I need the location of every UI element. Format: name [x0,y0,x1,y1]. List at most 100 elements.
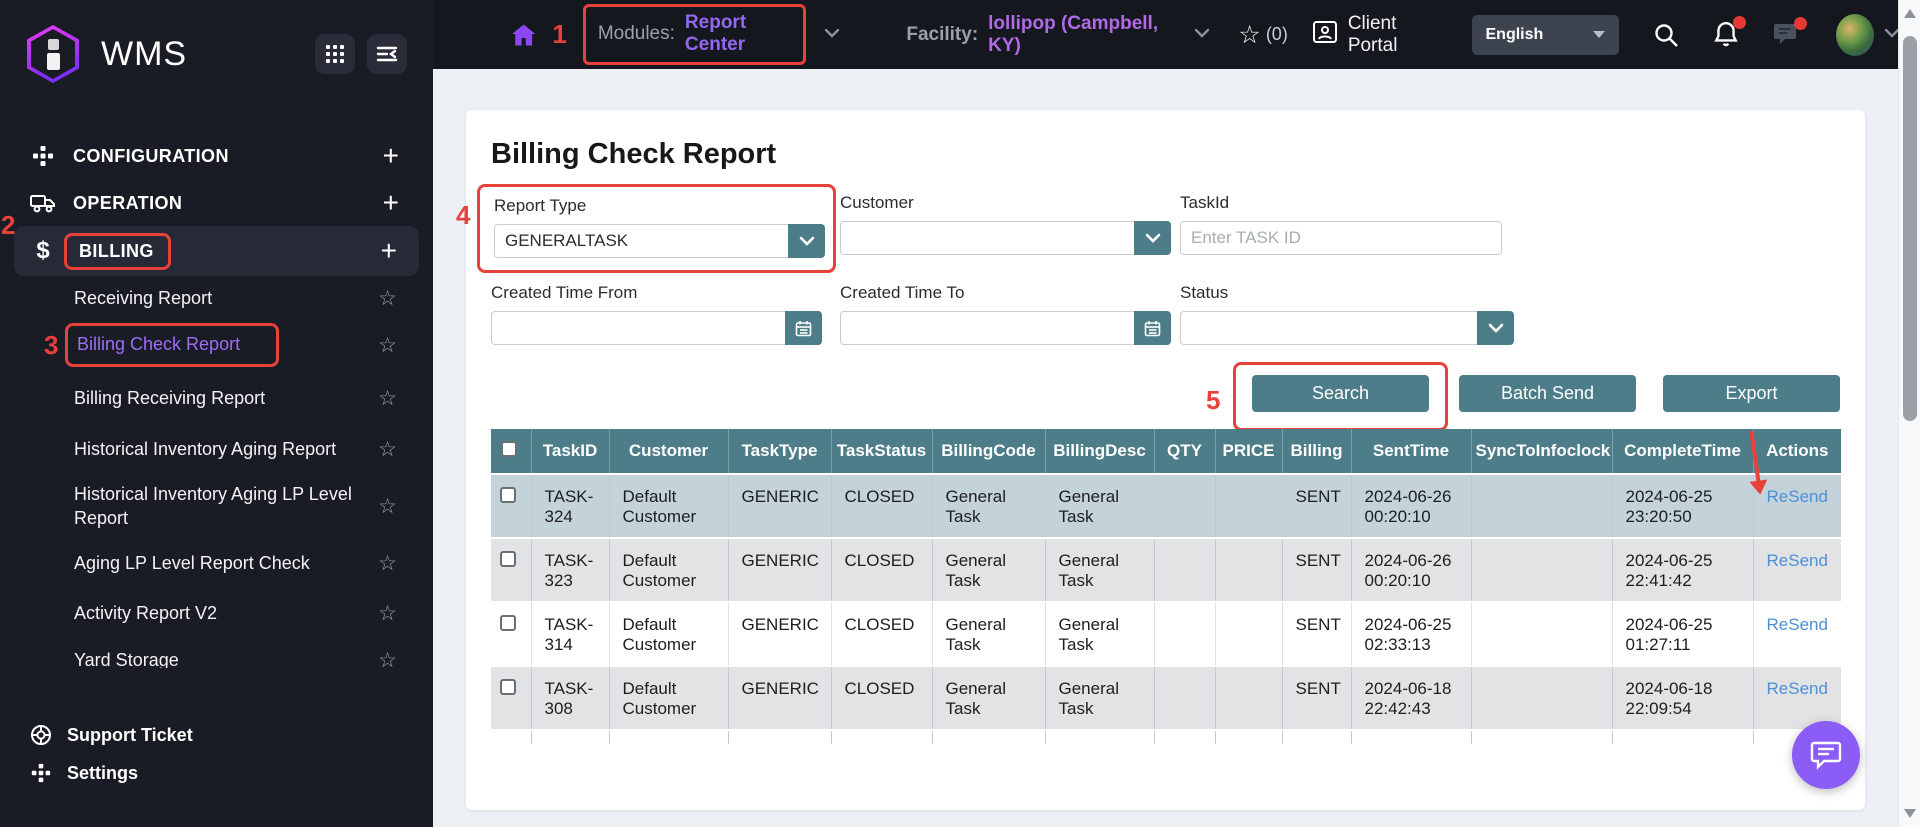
messages-button[interactable] [1773,17,1807,47]
select-all-checkbox[interactable] [500,440,517,457]
chevron-down-icon[interactable] [1194,26,1210,44]
resend-link[interactable]: ReSend [1767,679,1828,698]
cell-task_status: CLOSED [831,602,933,666]
column-header-price: PRICE [1215,429,1283,474]
favorite-star-icon[interactable]: ☆ [378,648,397,669]
cell-task_type: GENERIC [728,538,832,602]
sidebar-item-settings[interactable]: Settings [0,754,433,792]
sidebar-item-operation[interactable]: OPERATION + [0,180,433,226]
cell-billing_desc: General Task [1045,474,1155,538]
row-checkbox[interactable] [499,487,516,503]
search-button[interactable] [1653,22,1679,48]
billing-dollar-icon: $ [36,237,50,264]
search-icon [1655,23,1678,47]
sidebar-item-configuration[interactable]: CONFIGURATION + [0,132,433,180]
column-header-billing: Billing [1282,429,1352,474]
row-checkbox[interactable] [499,679,516,695]
row-checkbox[interactable] [499,615,516,631]
export-button[interactable]: Export [1663,375,1840,412]
favorite-star-icon[interactable]: ☆ [378,286,397,311]
customer-dropdown-button[interactable] [1134,221,1171,255]
sidebar-item-billing-receiving-report[interactable]: Billing Receiving Report ☆ [0,370,433,426]
cell-qty [1154,474,1216,538]
billing-check-report-card: Billing Check Report 4 Report Type GENER… [456,110,1865,810]
cell-sent_time: 2024-06-26 00:20:10 [1351,474,1472,538]
apps-grid-button[interactable] [315,34,355,74]
chat-fab-button[interactable] [1792,721,1860,789]
app-window: WMS CONFIGURATION + OPERATION + 2 $ BILL… [0,0,1920,827]
report-type-dropdown-button[interactable] [788,224,825,258]
sidebar-item-historical-inventory-aging-lp-level-report[interactable]: Historical Inventory Aging LP Level Repo… [0,472,433,540]
created-from-datepicker[interactable] [491,311,822,345]
support-lifebuoy-icon [31,725,51,745]
cell-complete_time: 2024-06-25 01:27:11 [1612,602,1754,666]
cell-qty [1154,666,1216,730]
client-portal-link[interactable]: Client Portal [1348,13,1442,57]
created-to-calendar-button[interactable] [1134,311,1171,345]
task-id-input[interactable] [1180,221,1502,255]
scrollbar-down-arrow[interactable] [1904,809,1916,818]
sidebar-item-receiving-report[interactable]: Receiving Report ☆ [0,276,433,320]
chevron-down-icon [1592,31,1605,38]
expand-billing-icon[interactable]: + [381,237,397,265]
search-button-main[interactable]: Search [1252,375,1429,412]
sidebar-item-billing[interactable]: 2 $ BILLING + [1,210,419,276]
resend-link[interactable]: ReSend [1767,551,1828,570]
created-from-calendar-button[interactable] [785,311,822,345]
customer-select[interactable] [840,221,1171,255]
cell-billing_desc: General Task [1045,538,1155,602]
sidebar-item-support-ticket[interactable]: Support Ticket [0,716,433,754]
sidebar-item-historical-inventory-aging-report[interactable]: Historical Inventory Aging Report ☆ [0,426,433,472]
favorite-star-icon[interactable]: ☆ [378,601,397,626]
status-dropdown-button[interactable] [1477,311,1514,345]
favorites-count: (0) [1265,24,1288,44]
sidebar-item-billing-check-report[interactable]: 3 Billing Check Report ☆ [0,320,433,370]
scrollbar-up-arrow[interactable] [1904,9,1916,18]
home-icon[interactable] [511,22,536,48]
report-type-select[interactable]: GENERALTASK [494,224,825,258]
cell-price [1215,474,1283,538]
notification-badge [1732,16,1746,29]
favorite-star-icon[interactable]: ☆ [378,437,397,462]
facility-label: Facility: [906,23,979,45]
created-to-datepicker[interactable] [840,311,1171,345]
favorites-star-icon[interactable]: ☆ [1238,20,1260,50]
vertical-scrollbar[interactable] [1898,0,1920,827]
sidebar-item-label: Receiving Report [74,287,213,308]
operation-truck-icon [30,192,56,214]
collapse-menu-icon [376,46,398,62]
favorite-star-icon[interactable]: ☆ [378,494,397,519]
favorite-star-icon[interactable]: ☆ [378,386,397,411]
cell-billing_desc: General Task [1045,666,1155,730]
modules-selector[interactable]: Modules: Report Center [582,4,807,65]
row-checkbox[interactable] [499,551,516,567]
cell-task_type: GENERIC [728,666,832,730]
favorite-star-icon[interactable]: ☆ [378,551,397,576]
sidebar-item-aging-lp-level-report-check[interactable]: Aging LP Level Report Check ☆ [0,540,433,586]
favorite-star-icon[interactable]: ☆ [378,333,397,358]
sidebar-item-activity-report-v2[interactable]: Activity Report V2 ☆ [0,586,433,640]
sidebar-item-label: Historical Inventory Aging LP Level Repo… [74,483,352,528]
chevron-down-icon[interactable] [824,26,840,44]
cell-price [1215,666,1283,730]
sidebar-item-label: OPERATION [73,192,183,213]
sidebar-item-yard-storage[interactable]: Yard Storage ☆ [0,640,433,669]
status-select[interactable] [1180,311,1514,345]
notifications-button[interactable] [1713,16,1746,48]
expand-configuration-icon[interactable]: + [383,142,399,170]
resend-link[interactable]: ReSend [1767,615,1828,634]
resend-link[interactable]: ReSend [1767,487,1828,506]
cell-task_id: TASK-308 [531,666,610,730]
cell-sync_to_infoclock [1471,666,1613,730]
batch-send-button[interactable]: Batch Send [1459,375,1636,412]
language-select[interactable]: English [1471,14,1619,55]
sidebar-item-label: Historical Inventory Aging Report [74,438,337,459]
created-to-value [840,311,1134,345]
scrollbar-thumb[interactable] [1903,36,1917,421]
collapse-sidebar-button[interactable] [367,34,407,74]
user-avatar[interactable] [1835,13,1874,56]
table-row: TASK-324 Default Customer GENERIC CLOSED Gen… [491,474,1841,538]
customer-label: Customer [840,193,914,212]
expand-operation-icon[interactable]: + [383,189,399,217]
report-table: TaskID Customer TaskType TaskStatus BillingC… [491,429,1841,744]
